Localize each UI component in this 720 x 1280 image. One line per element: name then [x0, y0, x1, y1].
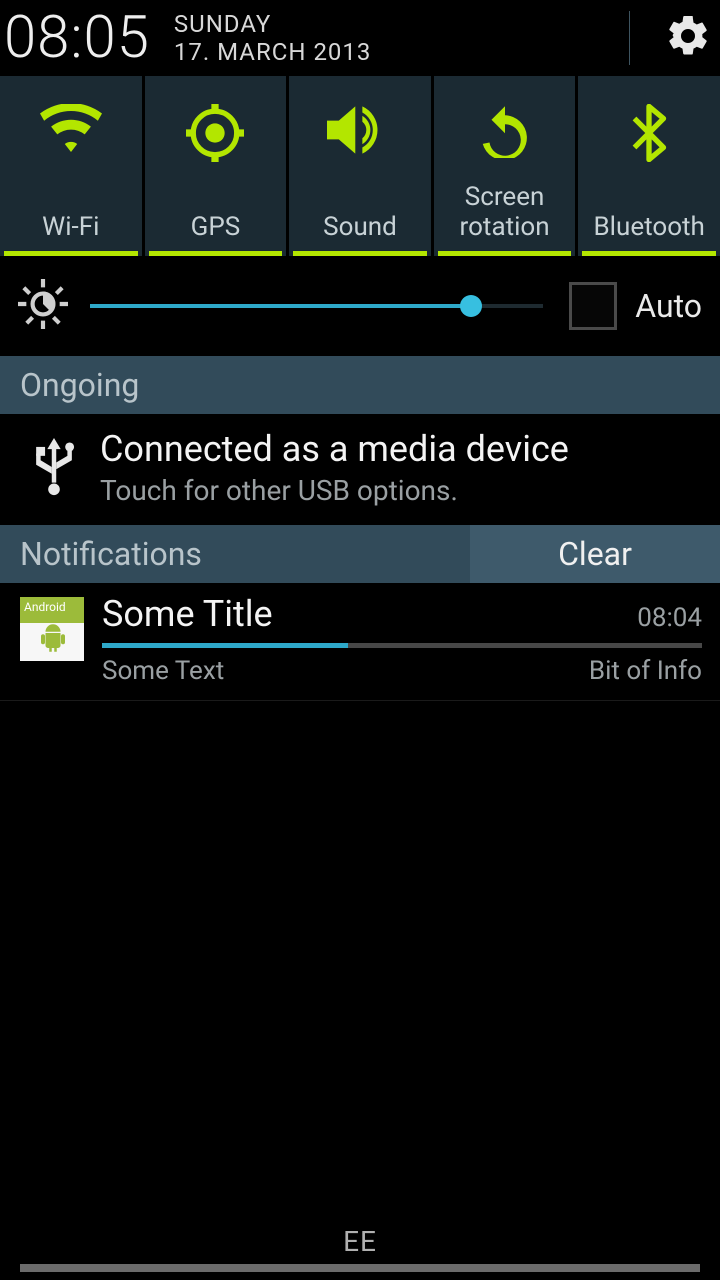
brightness-row: Auto: [0, 256, 720, 356]
carrier-label: EE: [20, 1225, 700, 1258]
settings-button[interactable]: [662, 12, 714, 64]
date-block: SUNDAY 17. MARCH 2013: [174, 10, 372, 66]
toggle-label: GPS: [191, 212, 241, 242]
brightness-icon: [18, 279, 68, 333]
ongoing-item-usb[interactable]: Connected as a media device Touch for ot…: [0, 414, 720, 525]
auto-brightness-checkbox[interactable]: [569, 282, 617, 330]
notification-text: Some Text: [102, 656, 589, 686]
sound-icon: [327, 104, 393, 160]
header-divider: [629, 11, 630, 65]
rotate-icon: [478, 104, 532, 162]
notification-item[interactable]: Android Some Title 08:04 Some Text Bit o…: [0, 583, 720, 701]
toggle-label: Bluetooth: [593, 212, 704, 242]
auto-brightness-label: Auto: [635, 287, 702, 325]
quick-toggles: Wi-Fi GPS Sound Screen rotation: [0, 76, 720, 256]
date: 17. MARCH 2013: [174, 38, 372, 66]
toggle-label: Sound: [323, 212, 397, 242]
empty-area: [0, 701, 720, 1219]
toggle-screen-rotation[interactable]: Screen rotation: [434, 76, 576, 256]
ongoing-subtitle: Touch for other USB options.: [100, 474, 698, 507]
gps-icon: [186, 104, 244, 166]
notification-info: Bit of Info: [589, 656, 702, 686]
notification-progress: [102, 643, 702, 648]
app-icon: Android: [20, 597, 84, 661]
panel-handle[interactable]: [20, 1264, 700, 1272]
toggle-label: Wi-Fi: [42, 212, 99, 242]
clear-button[interactable]: Clear: [470, 525, 720, 583]
notification-title: Some Title: [102, 593, 637, 635]
toggle-label: Screen rotation: [460, 182, 550, 242]
toggle-gps[interactable]: GPS: [145, 76, 287, 256]
toggle-bluetooth[interactable]: Bluetooth: [578, 76, 720, 256]
toggle-sound[interactable]: Sound: [289, 76, 431, 256]
brightness-fill: [90, 304, 471, 308]
ongoing-title: Connected as a media device: [100, 428, 698, 470]
bluetooth-icon: [627, 104, 671, 166]
android-icon: [40, 623, 66, 657]
brightness-slider[interactable]: [90, 304, 543, 308]
weekday: SUNDAY: [174, 10, 372, 38]
clock: 08:05: [4, 4, 150, 72]
wifi-icon: [40, 104, 102, 160]
brightness-thumb[interactable]: [460, 295, 482, 317]
usb-icon: [32, 438, 76, 507]
toggle-wifi[interactable]: Wi-Fi: [0, 76, 142, 256]
ongoing-header: Ongoing: [0, 356, 720, 414]
notifications-header: Notifications Clear: [0, 525, 720, 583]
notification-time: 08:04: [637, 603, 702, 633]
gear-icon: [664, 12, 712, 64]
